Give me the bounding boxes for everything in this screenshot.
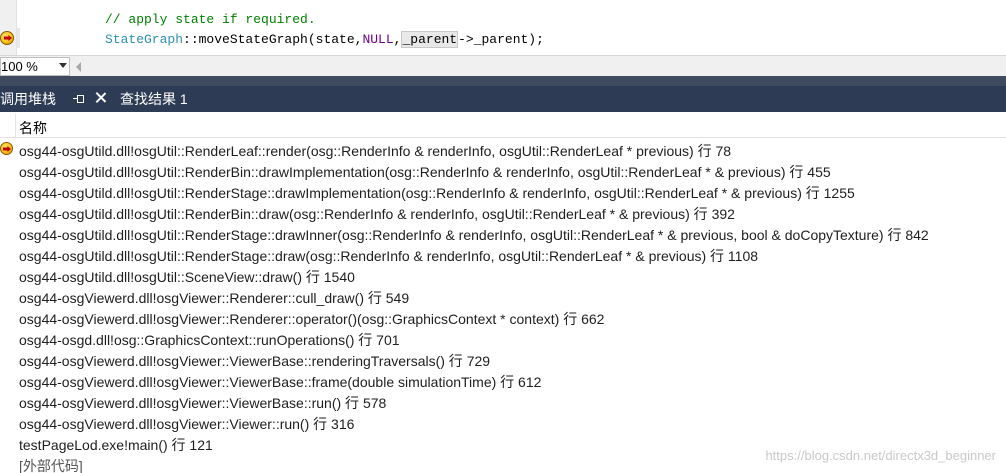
chevron-down-icon[interactable]: [59, 63, 67, 68]
zoom-level-value: 100 %: [1, 59, 38, 74]
stack-frame-text: osg44-osgViewerd.dll!osgViewer::Renderer…: [19, 311, 605, 327]
list-header: 名称: [0, 114, 1006, 138]
list-header-gutter: [0, 114, 16, 138]
table-row[interactable]: osg44-osgViewerd.dll!osgViewer::ViewerBa…: [0, 370, 1006, 391]
tab-call-stack[interactable]: 调用堆栈: [0, 86, 116, 112]
table-row[interactable]: osg44-osgUtild.dll!osgUtil::RenderStage:…: [0, 181, 1006, 202]
code-comment-line[interactable]: // apply state if required.: [105, 11, 316, 28]
editor-status-strip: 100 %: [0, 55, 1006, 76]
tool-window-tabs: 调用堆栈 查找结果 1: [0, 86, 1006, 112]
table-row[interactable]: osg44-osgViewerd.dll!osgViewer::ViewerBa…: [0, 349, 1006, 370]
stack-frame-text: osg44-osgViewerd.dll!osgViewer::ViewerBa…: [19, 374, 542, 390]
code-null-token: NULL: [362, 32, 394, 47]
stack-frame-text: osg44-osgd.dll!osg::GraphicsContext::run…: [19, 332, 400, 348]
close-icon[interactable]: [95, 92, 106, 103]
current-frame-arrow-icon: [0, 142, 13, 155]
tab-find-results[interactable]: 查找结果 1: [116, 86, 188, 112]
stack-frame-text: osg44-osgUtild.dll!osgUtil::RenderStage:…: [19, 248, 759, 264]
table-row[interactable]: osg44-osgViewerd.dll!osgViewer::Renderer…: [0, 307, 1006, 328]
code-rest-token: ->_parent);: [458, 32, 544, 47]
call-stack-rows: osg44-osgUtild.dll!osgUtil::RenderLeaf::…: [0, 139, 1006, 473]
code-type-token: StateGraph: [105, 32, 184, 47]
call-stack-list[interactable]: 名称 osg44-osgUtild.dll!osgUtil::RenderLea…: [0, 112, 1006, 473]
column-header-name[interactable]: 名称: [19, 118, 47, 138]
code-highlight-token: _parent: [401, 31, 459, 48]
table-row[interactable]: osg44-osgUtild.dll!osgUtil::RenderStage:…: [0, 244, 1006, 265]
table-row[interactable]: osg44-osgUtild.dll!osgUtil::RenderLeaf::…: [0, 139, 1006, 160]
table-row[interactable]: osg44-osgViewerd.dll!osgViewer::Renderer…: [0, 286, 1006, 307]
zoom-level-select[interactable]: 100 %: [0, 57, 70, 76]
tool-window-title-strip: [0, 76, 1006, 86]
table-row[interactable]: osg44-osgd.dll!osg::GraphicsContext::run…: [0, 328, 1006, 349]
change-tracking-bar: [17, 28, 20, 48]
code-statement-line[interactable]: StateGraph::moveStateGraph(state,NULL,_p…: [105, 31, 544, 48]
table-row[interactable]: osg44-osgUtild.dll!osgUtil::RenderBin::d…: [0, 202, 1006, 223]
stack-frame-text: testPageLod.exe!main() 行 121: [19, 437, 213, 453]
current-statement-arrow-icon: [0, 31, 14, 45]
table-row[interactable]: osg44-osgViewerd.dll!osgViewer::ViewerBa…: [0, 391, 1006, 412]
stack-frame-text: osg44-osgUtild.dll!osgUtil::RenderStage:…: [19, 227, 929, 243]
pin-icon[interactable]: [73, 94, 84, 104]
table-row[interactable]: osg44-osgUtild.dll!osgUtil::RenderStage:…: [0, 223, 1006, 244]
table-row[interactable]: osg44-osgUtild.dll!osgUtil::RenderBin::d…: [0, 160, 1006, 181]
stack-frame-text: osg44-osgUtild.dll!osgUtil::RenderLeaf::…: [19, 143, 732, 159]
code-call-token: ::moveStateGraph(state,: [183, 32, 363, 47]
editor-indicator-margin[interactable]: [0, 0, 16, 55]
table-row[interactable]: osg44-osgViewerd.dll!osgViewer::Viewer::…: [0, 412, 1006, 433]
table-row[interactable]: osg44-osgUtild.dll!osgUtil::SceneView::d…: [0, 265, 1006, 286]
stack-frame-text: osg44-osgViewerd.dll!osgViewer::Renderer…: [19, 290, 410, 306]
stack-frame-text: osg44-osgUtild.dll!osgUtil::RenderBin::d…: [19, 164, 831, 180]
stack-frame-text: osg44-osgUtild.dll!osgUtil::RenderStage:…: [19, 185, 855, 201]
code-editor[interactable]: // apply state if required. StateGraph::…: [0, 0, 1006, 55]
tab-call-stack-label: 调用堆栈: [0, 91, 56, 107]
scroll-left-icon[interactable]: [76, 62, 81, 72]
stack-frame-text: osg44-osgViewerd.dll!osgViewer::ViewerBa…: [19, 395, 387, 411]
watermark: https://blog.csdn.net/directx3d_beginner: [765, 448, 996, 463]
external-code-text: [外部代码]: [19, 458, 83, 473]
stack-frame-text: osg44-osgUtild.dll!osgUtil::RenderBin::d…: [19, 206, 735, 222]
stack-frame-text: osg44-osgUtild.dll!osgUtil::SceneView::d…: [19, 269, 355, 285]
stack-frame-text: osg44-osgViewerd.dll!osgViewer::Viewer::…: [19, 416, 355, 432]
stack-frame-text: osg44-osgViewerd.dll!osgViewer::ViewerBa…: [19, 353, 491, 369]
